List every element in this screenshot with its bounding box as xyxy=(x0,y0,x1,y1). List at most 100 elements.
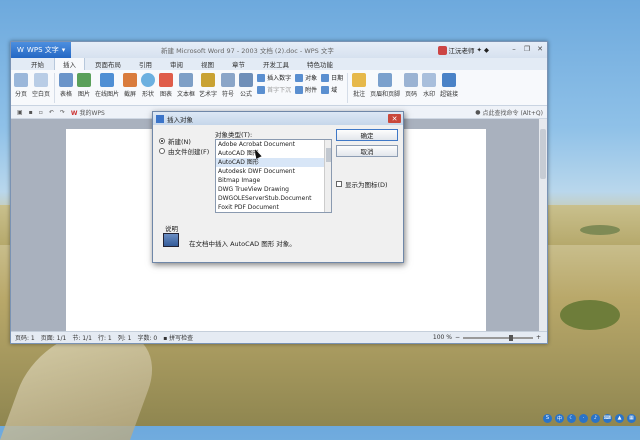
button-label: 图片 xyxy=(78,91,91,98)
tab-review[interactable]: 审阅 xyxy=(162,58,191,70)
header-footer-button[interactable]: 页眉和页脚 xyxy=(370,73,400,98)
online-picture-button[interactable]: 在线图片 xyxy=(95,73,119,98)
button-label: 文本框 xyxy=(177,91,196,98)
object-type-items: Adobe Acrobat Document AutoCAD 图形 AutoCAD … xyxy=(216,140,331,212)
zoom-slider-knob[interactable] xyxy=(508,334,513,341)
tray-keyboard-icon[interactable]: ⌨ xyxy=(603,413,612,423)
attachment-button[interactable]: 附件 xyxy=(295,85,317,94)
insert-small-group-2: 对象 附件 xyxy=(295,73,317,94)
tab-special[interactable]: 特色功能 xyxy=(299,58,341,70)
scrollbar-thumb[interactable] xyxy=(540,129,546,179)
status-col: 列: 1 xyxy=(117,335,132,342)
cancel-button[interactable]: 取消 xyxy=(336,145,398,157)
list-scrollbar-thumb[interactable] xyxy=(326,148,331,162)
my-wps-tab[interactable]: W 我的WPS xyxy=(71,108,105,117)
radio-new[interactable]: 新建(N) xyxy=(159,136,191,146)
tab-insert[interactable]: 插入 xyxy=(54,57,85,70)
divider xyxy=(347,73,349,103)
hyperlink-button[interactable]: 超链接 xyxy=(440,73,458,98)
tab-home[interactable]: 开始 xyxy=(23,58,52,70)
zoom-in-icon[interactable]: + xyxy=(536,334,541,341)
checkbox[interactable] xyxy=(336,181,342,187)
number-icon xyxy=(257,73,266,82)
status-pages: 页面: 1/1 xyxy=(40,335,67,342)
object-type-item[interactable]: DWG TrueView Drawing xyxy=(216,185,331,194)
zoom-slider[interactable] xyxy=(462,334,533,341)
date-button[interactable]: 日期 xyxy=(321,73,343,82)
list-scrollbar[interactable] xyxy=(324,140,331,212)
tray-dot-icon[interactable]: · xyxy=(579,413,588,423)
screenshot-button[interactable]: 截屏 xyxy=(123,73,138,98)
picture-icon xyxy=(77,73,92,87)
close-icon[interactable]: ✕ xyxy=(535,44,545,54)
field-button[interactable]: 域 xyxy=(321,85,343,94)
object-type-label: 对象类型(T): xyxy=(215,131,253,139)
tray-grid-icon[interactable]: ▦ xyxy=(627,413,636,423)
background-bush xyxy=(580,225,620,235)
gift-icon[interactable]: ✦ xyxy=(477,46,482,54)
textbox-button[interactable]: 文本框 xyxy=(177,73,195,98)
object-type-item[interactable]: Autodesk DWF Document xyxy=(216,167,331,176)
shape-button[interactable]: 形状 xyxy=(141,73,156,98)
object-type-list[interactable]: Adobe Acrobat Document AutoCAD 图形 AutoCAD … xyxy=(215,139,332,213)
wps-menu-label: WPS 文字 xyxy=(26,46,59,54)
show-as-icon-checkbox[interactable]: 显示为图标(D) xyxy=(336,179,388,189)
button-label: 图表 xyxy=(160,91,173,98)
folder-icon[interactable]: ▣ xyxy=(17,109,23,116)
dialog-body: 新建(N) 由文件创建(F) 对象类型(T): Adobe Acrobat Do… xyxy=(153,125,403,264)
vertical-scrollbar[interactable] xyxy=(539,119,547,331)
restore-icon[interactable]: ❐ xyxy=(522,44,532,54)
object-type-item[interactable]: Adobe Acrobat Document xyxy=(216,140,331,149)
tab-view[interactable]: 视图 xyxy=(193,58,222,70)
window-controls: – ❐ ✕ xyxy=(509,44,545,54)
redo-icon[interactable]: ↷ xyxy=(60,109,65,116)
undo-icon[interactable]: ↶ xyxy=(49,109,54,116)
radio-from-file[interactable]: 由文件创建(F) xyxy=(159,146,209,156)
tab-page-layout[interactable]: 页面布局 xyxy=(87,58,129,70)
blank-page-button[interactable]: 空白页 xyxy=(32,73,50,98)
minimize-icon[interactable]: – xyxy=(509,44,519,54)
tray-mic-icon[interactable]: ♪ xyxy=(591,413,600,423)
tray-moon-icon[interactable]: ☾ xyxy=(567,413,576,423)
object-type-item[interactable]: DWGOLEServerStub.Document xyxy=(216,194,331,203)
first-letter-drop-button[interactable]: 首字下沉 xyxy=(257,85,291,94)
wordart-button[interactable]: 艺术字 xyxy=(199,73,217,98)
save-icon[interactable]: ▪ xyxy=(29,109,33,116)
radio-button[interactable] xyxy=(159,148,165,154)
tray-shirt-icon[interactable]: ▲ xyxy=(615,413,624,423)
symbol-button[interactable]: 符号 xyxy=(221,73,236,98)
button-label: 艺术字 xyxy=(199,91,218,98)
spell-check-button[interactable]: ▪ 拼写检查 xyxy=(163,333,193,342)
formula-button[interactable]: 公式 xyxy=(239,73,254,98)
object-type-item[interactable]: Foxit PDF Document xyxy=(216,203,331,212)
tab-chapter[interactable]: 章节 xyxy=(224,58,253,70)
command-search[interactable]: ● 点此查找命令 (Alt+Q) xyxy=(475,108,543,117)
shirt-icon[interactable]: ◆ xyxy=(484,46,489,54)
tray-s-icon[interactable]: S xyxy=(543,413,552,423)
zoom-control: 100 % − + xyxy=(433,334,541,341)
insert-number-button[interactable]: 插入数字 xyxy=(257,73,291,82)
ok-button[interactable]: 确定 xyxy=(336,129,398,141)
page-break-button[interactable]: 分页 xyxy=(14,73,28,98)
table-button[interactable]: 表格 xyxy=(59,73,74,98)
page-number-button[interactable]: 页码 xyxy=(404,73,419,98)
object-button[interactable]: 对象 xyxy=(295,73,317,82)
picture-button[interactable]: 图片 xyxy=(77,73,92,98)
tray-ime-icon[interactable]: 中 xyxy=(555,413,564,423)
wps-menu-button[interactable]: W WPS 文字 ▾ xyxy=(11,42,72,58)
object-type-item[interactable]: Bitmap Image xyxy=(216,176,331,185)
chart-button[interactable]: 图表 xyxy=(159,73,174,98)
object-type-item[interactable]: AutoCAD 图形 xyxy=(216,158,331,167)
tab-references[interactable]: 引用 xyxy=(131,58,160,70)
zoom-out-icon[interactable]: − xyxy=(455,334,460,341)
close-icon[interactable]: ✕ xyxy=(388,114,401,123)
tab-developer[interactable]: 开发工具 xyxy=(255,58,297,70)
watermark-button[interactable]: 水印 xyxy=(422,73,437,98)
print-icon[interactable]: ▫ xyxy=(39,109,43,116)
title-bar: W WPS 文字 ▾ 新建 Microsoft Word 97 - 2003 文… xyxy=(11,42,547,58)
comment-button[interactable]: 批注 xyxy=(352,73,367,98)
radio-button-checked[interactable] xyxy=(159,138,165,144)
object-type-item[interactable]: AutoCAD 图形 xyxy=(216,149,331,158)
user-area[interactable]: 江沅老师 ✦ ◆ xyxy=(437,45,489,55)
document-title: 新建 Microsoft Word 97 - 2003 文档 (2).doc -… xyxy=(161,47,334,55)
